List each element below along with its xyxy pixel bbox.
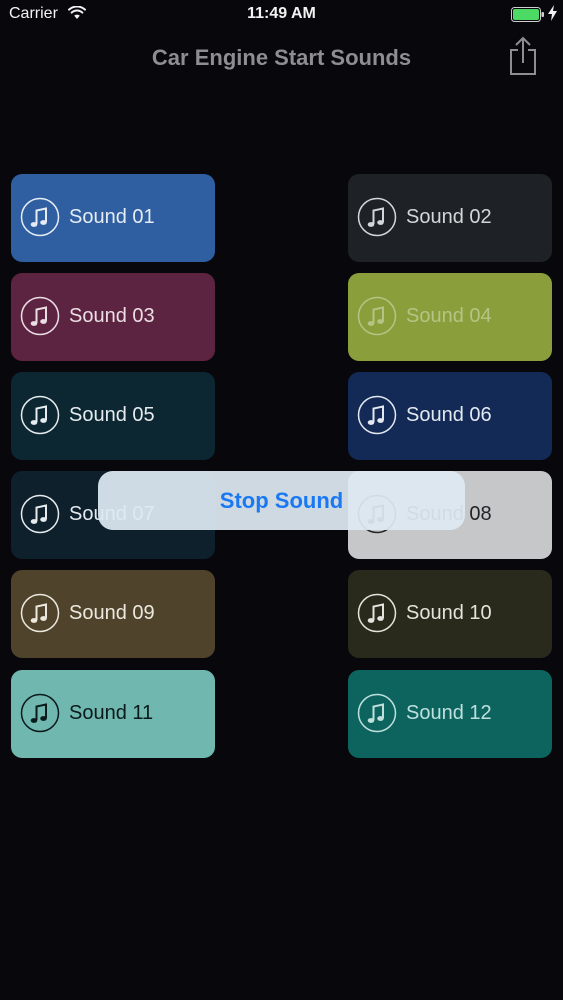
music-note-icon [20, 693, 60, 733]
sound-label: Sound 12 [406, 702, 492, 724]
sound-button-01[interactable]: Sound 01 [11, 174, 215, 262]
stop-sound-button[interactable]: Stop Sound [98, 471, 465, 530]
sound-label: Sound 06 [406, 404, 492, 426]
sound-button-02[interactable]: Sound 02 [348, 174, 552, 262]
music-note-icon [20, 197, 60, 237]
music-note-icon [20, 395, 60, 435]
status-time: 11:49 AM [247, 5, 316, 22]
share-icon [510, 36, 536, 75]
sound-button-10[interactable]: Sound 10 [348, 570, 552, 658]
sound-label: Sound 03 [69, 305, 155, 327]
sound-button-03[interactable]: Sound 03 [11, 273, 215, 361]
sound-button-05[interactable]: Sound 05 [11, 372, 215, 460]
sound-button-04[interactable]: Sound 04 [348, 273, 552, 361]
status-bar: Carrier 11:49 AM [0, 0, 563, 30]
music-note-icon [357, 693, 397, 733]
stop-sound-label: Stop Sound [219, 488, 344, 513]
charging-icon [548, 5, 557, 21]
sound-label: Sound 02 [406, 206, 492, 228]
sound-button-11[interactable]: Sound 11 [11, 670, 215, 758]
music-note-icon [20, 296, 60, 336]
sound-label: Sound 04 [406, 305, 492, 327]
music-note-icon [357, 593, 397, 633]
sound-label: Sound 05 [69, 404, 155, 426]
sound-label: Sound 09 [69, 602, 155, 624]
sound-label: Sound 11 [69, 702, 154, 724]
page-title: Car Engine Start Sounds [151, 45, 412, 70]
sound-label: Sound 10 [406, 602, 492, 624]
music-note-icon [357, 395, 397, 435]
sound-label: Sound 01 [69, 206, 155, 228]
sound-button-09[interactable]: Sound 09 [11, 570, 215, 658]
music-note-icon [20, 593, 60, 633]
music-note-icon [357, 197, 397, 237]
sound-button-12[interactable]: Sound 12 [348, 670, 552, 758]
music-note-icon [20, 494, 60, 534]
share-button[interactable] [506, 36, 540, 76]
music-note-icon [357, 296, 397, 336]
sound-button-06[interactable]: Sound 06 [348, 372, 552, 460]
battery-icon [511, 7, 544, 22]
